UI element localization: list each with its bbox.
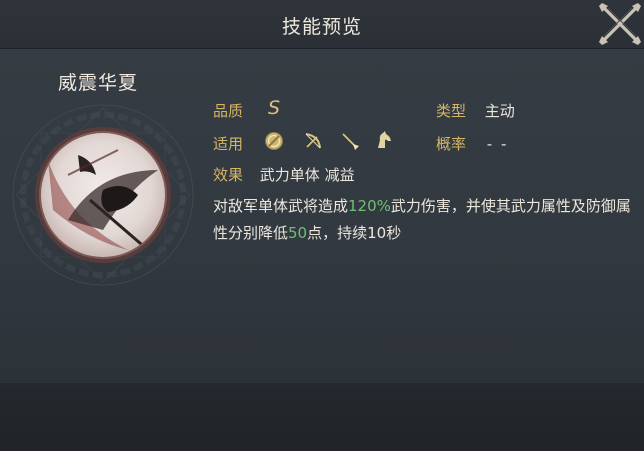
probability-value: - - — [486, 135, 509, 153]
horse-icon — [378, 131, 391, 148]
description-text-1: 对敌军单体武将造成 — [213, 197, 349, 215]
type-value: 主动 — [484, 102, 515, 120]
skill-name: 威震华夏 — [58, 72, 139, 94]
skill-description: 对敌军单体武将造成120%武力伤害，并使其武力属性及防御属性分别降低50点，持续… — [213, 193, 633, 247]
type-row: 类型 主动 — [436, 100, 515, 121]
close-icon — [599, 3, 641, 45]
header-bar: 技能预览 — [0, 0, 644, 49]
effect-label: 效果 — [213, 166, 244, 184]
applicable-label: 适用 — [213, 135, 244, 153]
footer-area — [0, 383, 644, 451]
spear-icon — [342, 133, 359, 150]
effect-value: 武力单体 减益 — [259, 166, 355, 184]
probability-row: 概率 - - — [436, 133, 508, 154]
close-button[interactable] — [596, 0, 644, 48]
quality-row: 品质 — [213, 100, 243, 121]
reduction-value: 50 — [288, 224, 308, 242]
shield-icon — [265, 132, 283, 150]
probability-label: 概率 — [436, 135, 467, 153]
quality-label: 品质 — [213, 102, 244, 120]
description-text-3: 点，持续10秒 — [307, 224, 402, 242]
applicable-row: 适用 — [213, 133, 243, 154]
page-title: 技能预览 — [281, 16, 362, 38]
quality-grade: S — [268, 97, 281, 119]
damage-percent: 120% — [348, 197, 391, 215]
bow-icon — [305, 133, 321, 149]
type-label: 类型 — [436, 102, 467, 120]
effect-row: 效果 武力单体 减益 — [213, 164, 355, 185]
skill-emblem — [12, 104, 194, 286]
